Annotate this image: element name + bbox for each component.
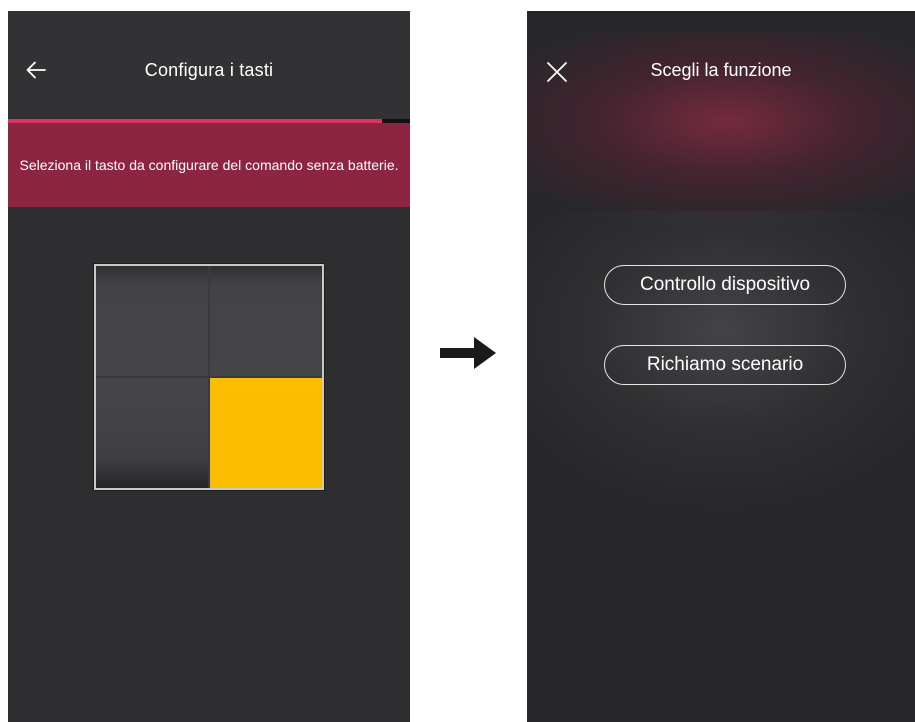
key-bottom-right-selected[interactable] [210,378,322,488]
instruction-text: Seleziona il tasto da configurare del co… [19,156,399,173]
page-title: Scegli la funzione [650,60,792,80]
instruction-figure: Configura i tasti Seleziona il tasto da … [0,0,915,722]
choose-function-screen: Scegli la funzione Controllo dispositivo… [527,11,915,722]
key-top-left[interactable] [96,266,208,376]
instruction-banner: Seleziona il tasto da configurare del co… [8,123,410,207]
option-scenario-recall-button[interactable]: Richiamo scenario [604,345,846,385]
switch-keypad [94,264,324,490]
configure-keys-screen: Configura i tasti Seleziona il tasto da … [8,11,410,722]
option-device-control-button[interactable]: Controllo dispositivo [604,265,846,305]
key-bottom-left[interactable] [96,378,208,488]
arrow-right-icon [440,337,496,369]
page-title: Configura i tasti [144,60,274,80]
key-top-right[interactable] [210,266,322,376]
app-header: Configura i tasti [8,11,410,121]
